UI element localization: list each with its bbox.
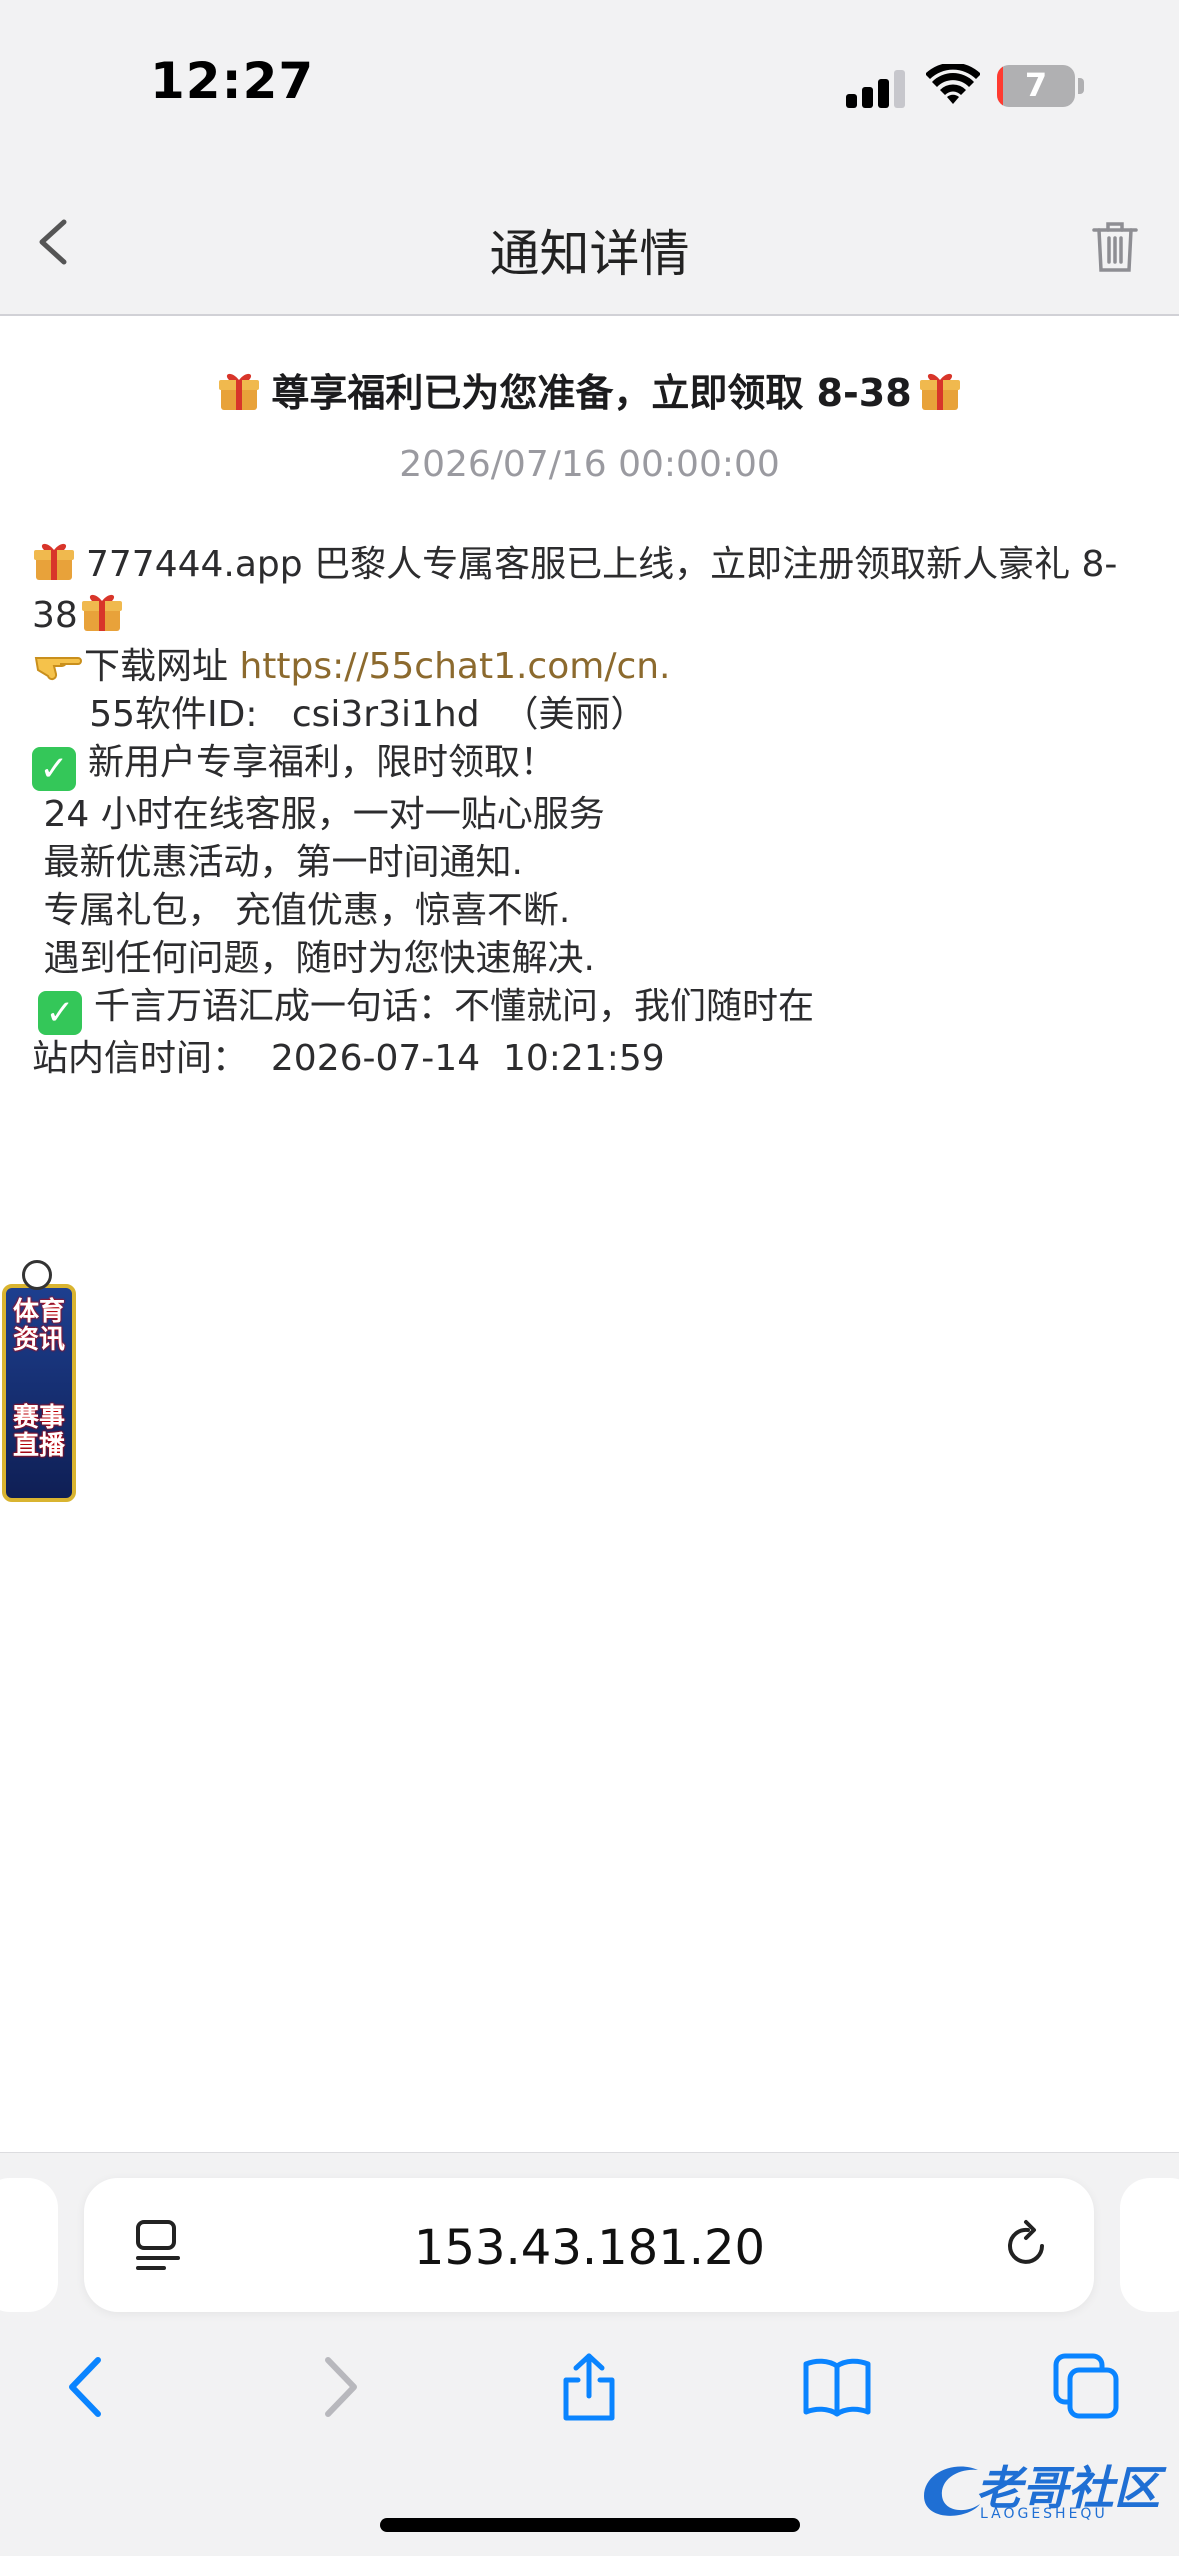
home-indicator[interactable] [380, 2518, 800, 2532]
gift-icon [34, 543, 74, 580]
reload-icon[interactable] [998, 2218, 1054, 2274]
body-line: 777444.app 巴黎人专属客服已上线，立即注册领取新人豪礼 8- [32, 538, 1152, 589]
cellular-signal-icon [846, 70, 906, 108]
battery-tip [1078, 78, 1084, 94]
body-text: 38 [32, 595, 78, 636]
body-line: 38 [32, 589, 1152, 640]
gift-icon [81, 594, 122, 631]
watermark-subtext: LAOGESHEQU [980, 2506, 1108, 2522]
body-line: ✓ 千言万语汇成一句话：不懂就问，我们随时在 [32, 983, 1152, 1035]
gift-icon [219, 373, 260, 410]
watermark-logo: 老哥社区 LAOGESHEQU [916, 2448, 1166, 2526]
banner-text-sports: 体育资讯 [12, 1297, 65, 1355]
battery-level: 7 [1024, 66, 1048, 104]
message-body: 777444.app 巴黎人专属客服已上线，立即注册领取新人豪礼 8- 38 下… [32, 538, 1152, 1083]
share-icon[interactable] [554, 2352, 624, 2422]
body-line: 遇到任何问题，随时为您快速解决. [32, 938, 595, 979]
body-text: 新用户专享福利，限时领取！ [88, 742, 557, 783]
body-text: 777444.app 巴黎人专属客服已上线，立即注册领取新人豪礼 8- [86, 544, 1118, 585]
message-date: 2026/07/16 00:00:00 [399, 444, 780, 485]
body-line: 最新优惠活动，第一时间通知. [32, 842, 523, 883]
forward-nav-icon[interactable] [304, 2352, 374, 2422]
wifi-icon [926, 64, 980, 104]
bookmarks-icon[interactable] [802, 2352, 872, 2422]
body-line: 站内信时间： 2026-07-14 10:21:59 [32, 1038, 665, 1079]
body-line: 24 小时在线客服，一对一贴心服务 [32, 794, 605, 835]
sports-news-banner[interactable]: 体育资讯 赛事直播 [0, 1258, 80, 1504]
gift-icon [919, 373, 960, 410]
message-title: 尊享福利已为您准备，立即领取 8-38 [0, 362, 1179, 417]
status-time: 12:27 [150, 52, 315, 110]
message-title-text: 尊享福利已为您准备，立即领取 8-38 [271, 371, 912, 415]
download-link[interactable]: https://55chat1.com/cn. [239, 646, 670, 687]
download-label: 下载网址 [84, 646, 240, 687]
body-line: 55软件ID: csi3r3i1hd （美丽） [32, 694, 647, 735]
body-text: 千言万语汇成一句话：不懂就问，我们随时在 [94, 986, 815, 1027]
checkmark-icon: ✓ [32, 747, 76, 791]
soccer-ball-icon [22, 1260, 52, 1290]
body-line: ✓ 新用户专享福利，限时领取！ [32, 739, 1152, 791]
tabs-icon[interactable] [1052, 2352, 1122, 2422]
body-line: 下载网址 https://55chat1.com/cn. [32, 640, 1152, 691]
checkmark-icon: ✓ [38, 991, 82, 1035]
back-nav-icon[interactable] [52, 2352, 122, 2422]
banner-text-live: 赛事直播 [12, 1403, 65, 1461]
body-line: 专属礼包， 充值优惠，惊喜不断. [32, 890, 571, 931]
pointing-hand-icon [34, 657, 82, 681]
delete-button[interactable] [1090, 218, 1140, 274]
battery-icon: 7 [997, 65, 1075, 107]
page-title: 通知详情 [489, 225, 690, 283]
